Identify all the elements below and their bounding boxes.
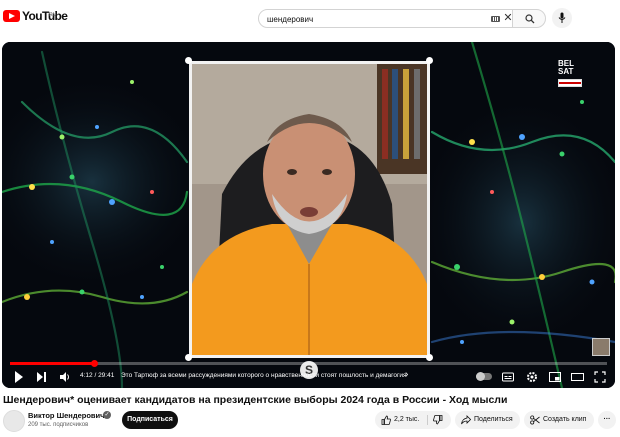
fullscreen-icon[interactable] (594, 370, 606, 384)
logo-text: YouTube (22, 9, 68, 23)
masthead: YouTube RU ✕ (0, 0, 620, 36)
settings-gear-icon[interactable] (526, 370, 538, 384)
youtube-play-icon (3, 10, 20, 22)
theater-mode-icon[interactable] (571, 370, 584, 384)
voice-search-button[interactable] (552, 8, 572, 28)
frame-corner-handle (185, 354, 192, 361)
chapter-title[interactable]: Это Тартюф за всеми рассуждениями которо… (121, 372, 406, 379)
subscriber-count: 209 тыс. подписчиков (28, 422, 89, 428)
more-actions-button[interactable]: ··· (598, 411, 616, 429)
subscribe-button[interactable]: Подписаться (122, 411, 178, 429)
channel-branding-thumbnail[interactable] (592, 338, 610, 356)
channel-avatar[interactable] (3, 410, 25, 432)
logo-region: RU (49, 12, 57, 18)
create-clip-label: Создать клип (543, 416, 587, 423)
verified-check-icon: ✓ (103, 411, 111, 419)
miniplayer-icon[interactable] (549, 370, 561, 384)
like-count[interactable]: 2,2 тыс. (394, 411, 419, 429)
video-title: Шендерович* оценивает кандидатов на през… (3, 394, 508, 406)
flag-icon (558, 79, 582, 87)
play-icon[interactable] (14, 370, 24, 384)
search-button[interactable] (512, 9, 546, 28)
frame-corner-handle (185, 57, 192, 64)
create-clip-button[interactable]: Создать клип (524, 411, 594, 429)
next-video-icon[interactable] (36, 370, 47, 384)
autoplay-toggle[interactable] (476, 372, 492, 381)
chevron-right-icon[interactable]: › (405, 369, 408, 380)
channel-name[interactable]: Виктор Шендерович (28, 411, 105, 420)
youtube-logo[interactable]: YouTube (3, 9, 68, 23)
search-input[interactable] (267, 13, 477, 25)
frame-corner-handle (426, 57, 433, 64)
speaker-portrait (192, 64, 427, 355)
share-arrow-icon (461, 415, 471, 425)
keyboard-icon[interactable] (491, 16, 500, 22)
like-divider (427, 415, 428, 425)
subtitles-icon[interactable] (502, 370, 514, 384)
microphone-icon (558, 12, 566, 23)
video-player[interactable]: BEL SAT S 4:12 / 29:41 Это Тартюф за все… (2, 42, 615, 388)
scissors-icon (530, 415, 540, 425)
like-dislike-group: 2,2 тыс. (375, 411, 451, 429)
search-icon (525, 14, 535, 24)
share-button[interactable]: Поделиться (455, 411, 520, 429)
search-box: ✕ (258, 9, 513, 28)
watermark-line2: SAT (558, 67, 574, 76)
thumbs-up-icon[interactable] (381, 415, 391, 425)
share-label: Поделиться (474, 416, 513, 423)
belsat-watermark: BEL SAT (558, 60, 588, 96)
progress-played (10, 362, 95, 365)
frame-corner-handle (426, 354, 433, 361)
time-display: 4:12 / 29:41 (80, 372, 115, 379)
speaker-video-frame (189, 61, 430, 358)
thumbs-down-icon[interactable] (433, 415, 443, 425)
progress-bar[interactable] (10, 360, 607, 367)
volume-icon[interactable] (59, 370, 71, 384)
player-controls: 4:12 / 29:41 Это Тартюф за всеми рассужд… (2, 368, 615, 386)
